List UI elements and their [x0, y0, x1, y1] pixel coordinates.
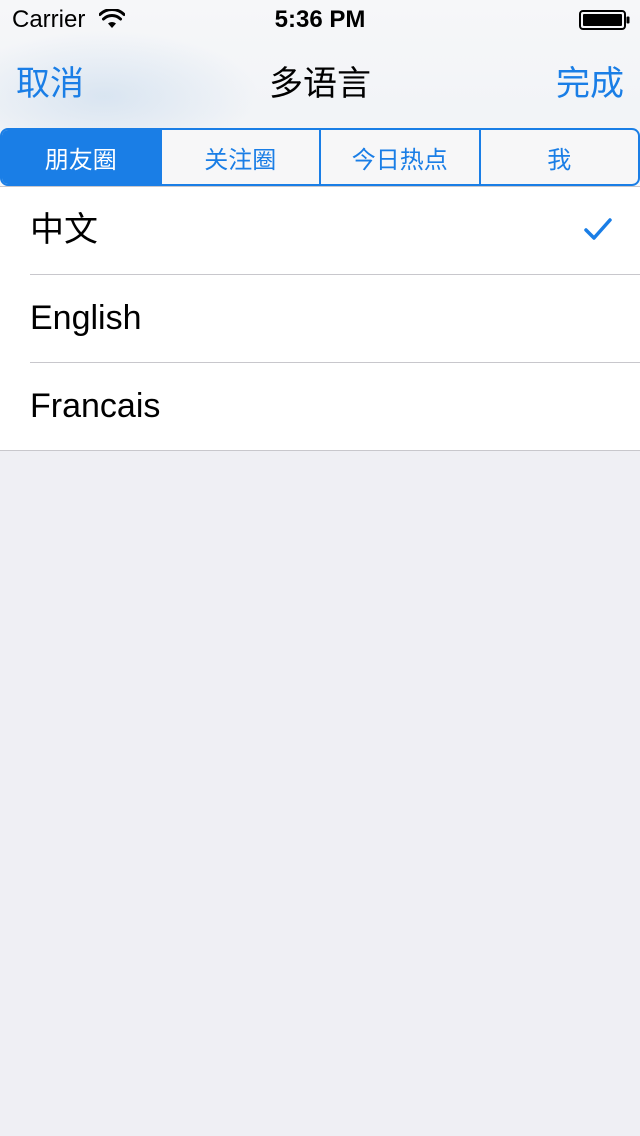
segmented-control: 朋友圈 关注圈 今日热点 我: [0, 128, 640, 186]
language-list: 中文 English Francais: [0, 186, 640, 451]
language-label: 中文: [30, 211, 98, 249]
segment-moments[interactable]: 朋友圈: [2, 130, 160, 184]
done-button[interactable]: 完成: [556, 62, 624, 106]
segment-following[interactable]: 关注圈: [159, 130, 320, 184]
language-row-chinese[interactable]: 中文: [0, 187, 640, 274]
language-label: English: [30, 299, 142, 337]
language-label: Francais: [30, 387, 161, 425]
battery-icon: [579, 10, 630, 30]
page-title: 多语言: [269, 65, 371, 103]
status-time: 5:36 PM: [274, 6, 366, 33]
language-row-english[interactable]: English: [30, 274, 640, 362]
checkmark-icon: [584, 218, 612, 240]
status-bar: Carrier 5:36 PM: [0, 0, 640, 40]
segment-hot-today[interactable]: 今日热点: [319, 130, 479, 184]
language-row-francais[interactable]: Francais: [30, 362, 640, 450]
header: Carrier 5:36 PM 取消 多语言 完成 朋友圈 关注圈 今日热点 我: [0, 0, 640, 188]
segment-me[interactable]: 我: [478, 130, 639, 184]
